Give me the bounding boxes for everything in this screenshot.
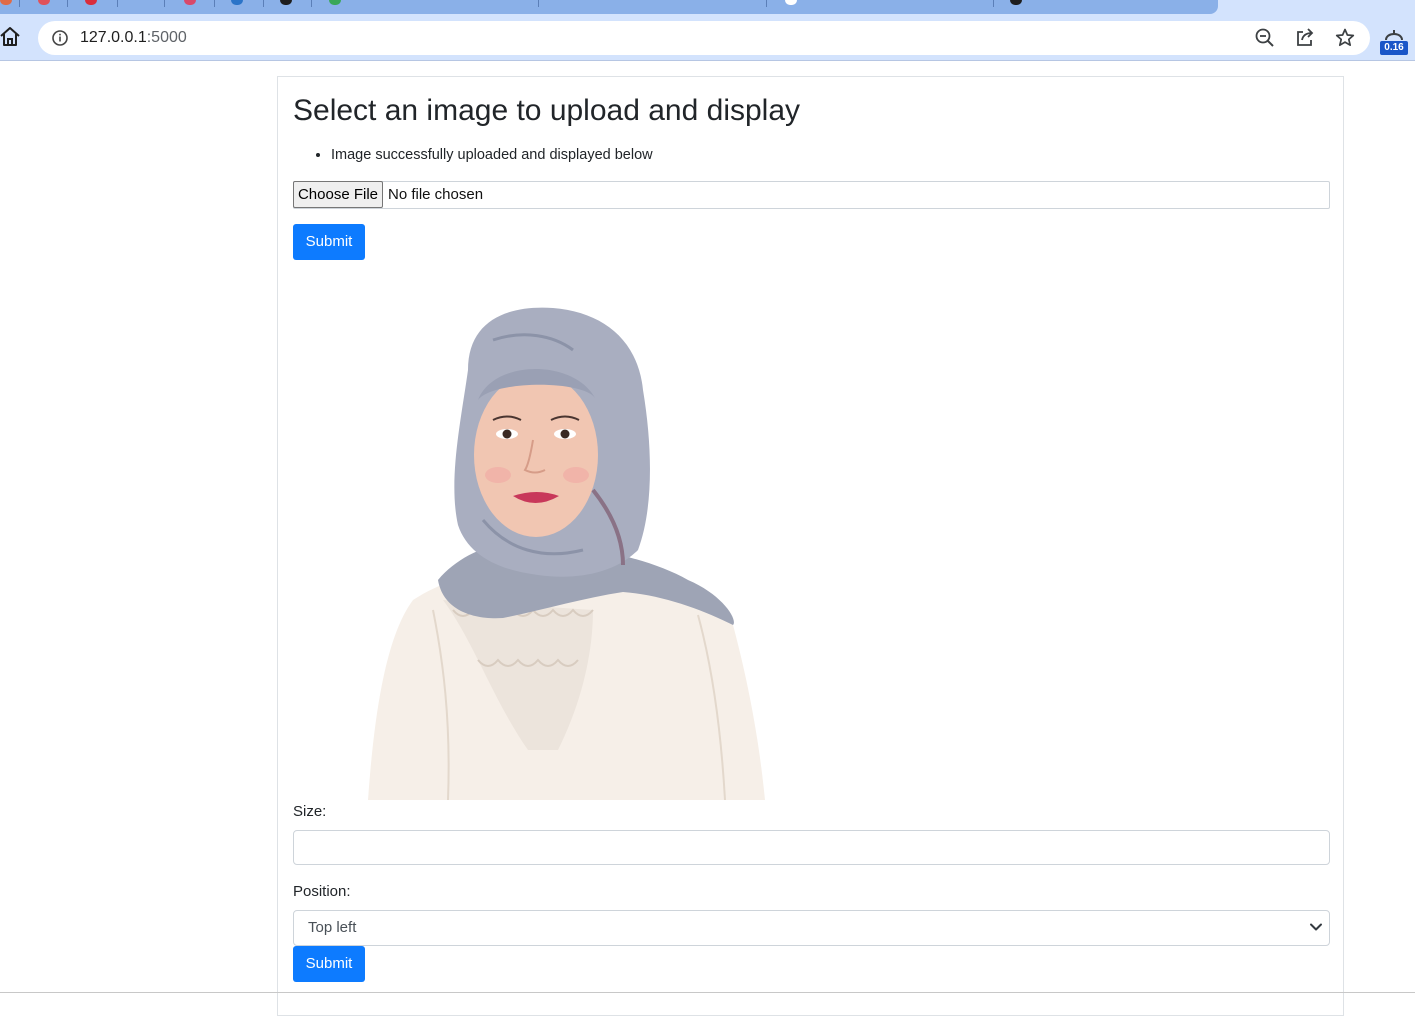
- tab-row: [0, 0, 1218, 14]
- file-status: No file chosen: [388, 186, 484, 203]
- toolbar-divider: [0, 60, 1415, 61]
- extension-badge: 0.16: [1380, 41, 1408, 55]
- url-host: 127.0.0.1: [80, 29, 147, 46]
- home-icon[interactable]: [0, 25, 22, 49]
- tab-separator: [117, 0, 118, 7]
- tab-separator: [311, 0, 312, 7]
- uploaded-image: [368, 307, 765, 800]
- position-label: Position:: [293, 883, 351, 900]
- chevron-down-icon[interactable]: [1309, 920, 1323, 934]
- size-input[interactable]: [293, 830, 1330, 865]
- tab-separator: [67, 0, 68, 7]
- position-selected-value: Top left: [308, 919, 357, 936]
- tab-separator: [766, 0, 767, 7]
- form-submit-button[interactable]: Submit: [293, 946, 365, 982]
- upload-submit-button[interactable]: Submit: [293, 224, 365, 260]
- tab-strip: [0, 0, 1415, 14]
- size-label: Size:: [293, 803, 327, 820]
- choose-file-button[interactable]: Choose File: [293, 181, 383, 208]
- tab-separator: [993, 0, 994, 7]
- position-select[interactable]: [293, 910, 1330, 946]
- tab-separator: [538, 0, 539, 7]
- share-icon[interactable]: [1294, 27, 1316, 49]
- tab-separator: [19, 0, 20, 7]
- flash-message: Image successfully uploaded and displaye…: [331, 144, 653, 166]
- tab-separator: [214, 0, 215, 7]
- tab-separator: [263, 0, 264, 7]
- url-text[interactable]: 127.0.0.1:5000: [80, 28, 187, 48]
- address-bar[interactable]: [38, 21, 1370, 55]
- tab-separator: [164, 0, 165, 7]
- zoom-out-icon[interactable]: [1254, 27, 1276, 49]
- bookmark-star-icon[interactable]: [1334, 27, 1356, 49]
- flash-messages: Image successfully uploaded and displaye…: [293, 144, 653, 166]
- url-port: :5000: [146, 29, 187, 46]
- page-title: Select an image to upload and display: [293, 94, 801, 127]
- info-icon[interactable]: [51, 29, 69, 47]
